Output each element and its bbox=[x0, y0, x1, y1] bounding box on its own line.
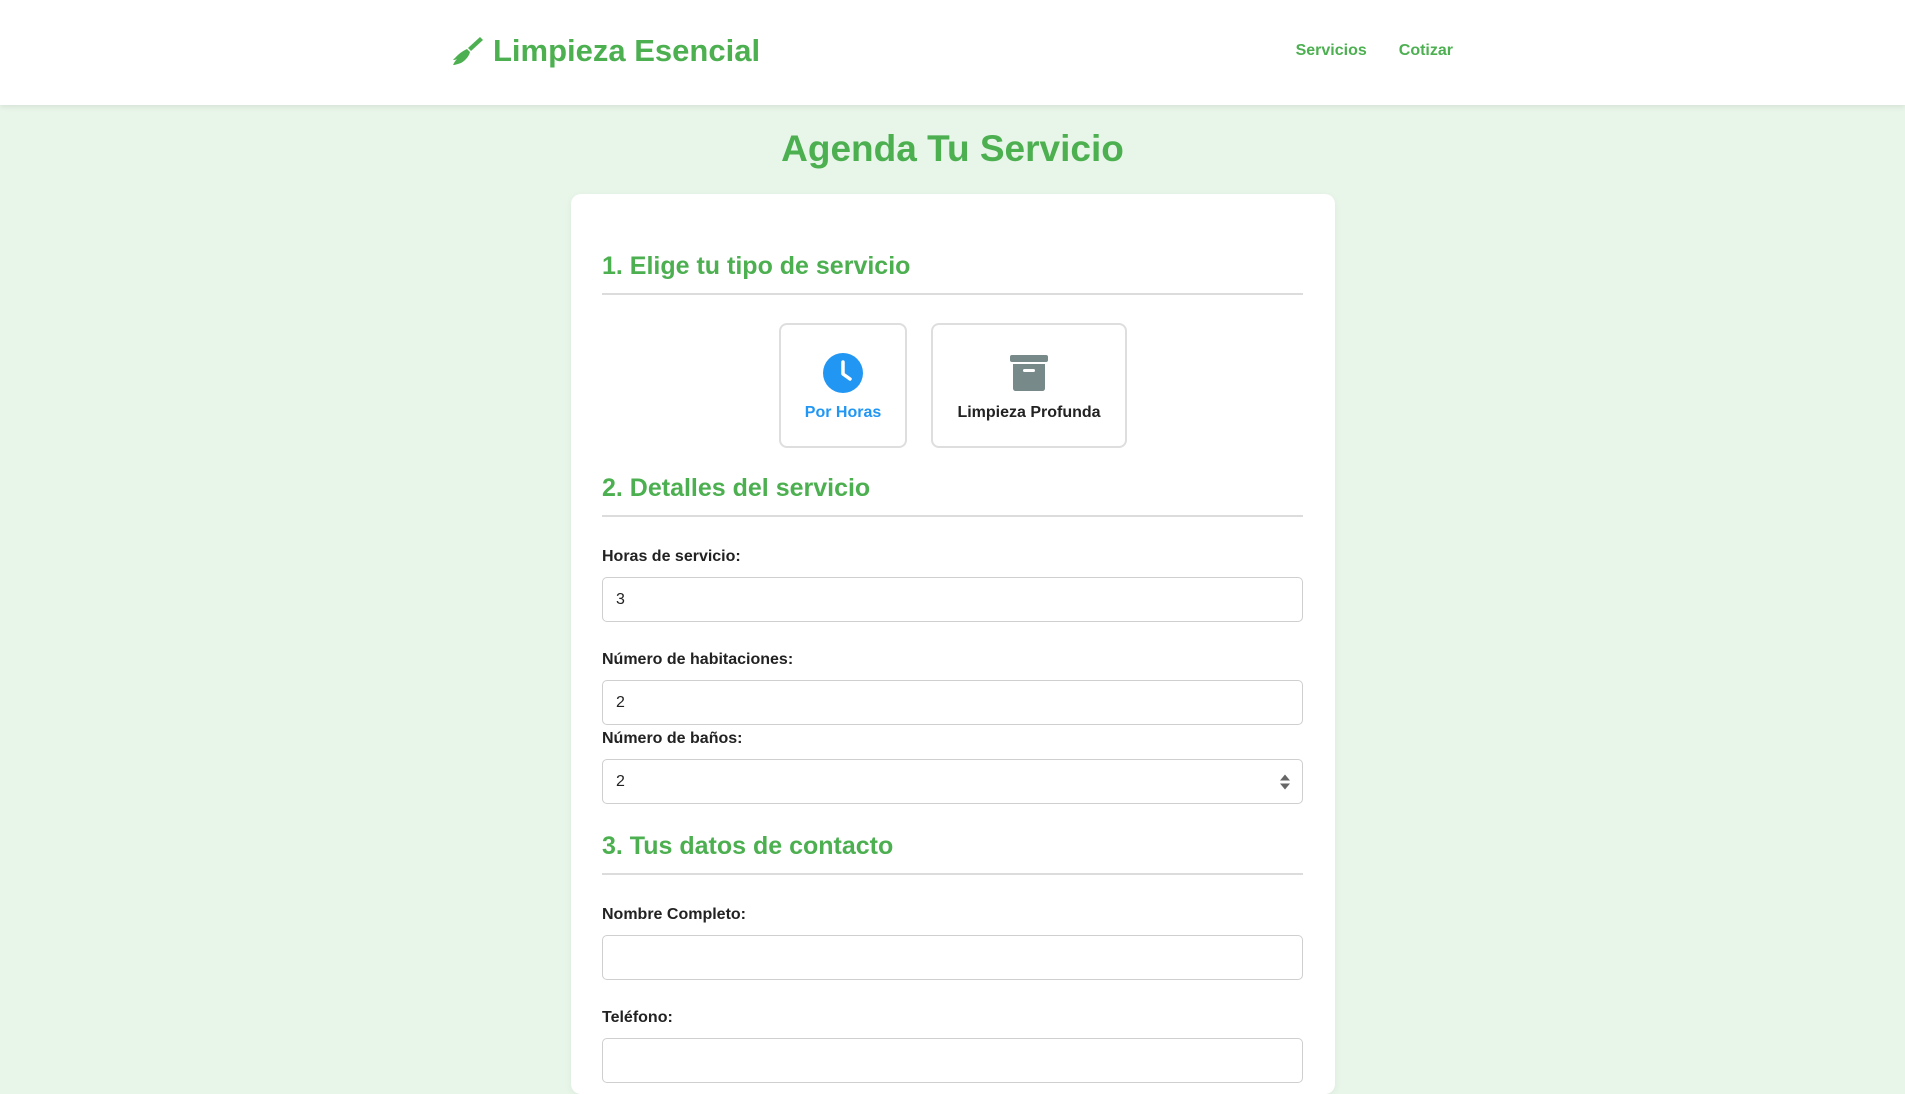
main-nav: Servicios Cotizar bbox=[1296, 42, 1453, 60]
service-option-limpieza-profunda[interactable]: Limpieza Profunda bbox=[931, 323, 1127, 448]
section-title-details: 2. Detalles del servicio bbox=[602, 474, 1303, 517]
logo[interactable]: Limpieza Esencial bbox=[451, 33, 760, 69]
number-spinner[interactable] bbox=[1280, 774, 1290, 789]
spinner-down-icon[interactable] bbox=[1280, 783, 1290, 789]
nav-link-cotizar[interactable]: Cotizar bbox=[1399, 42, 1453, 60]
baths-stepper bbox=[602, 759, 1303, 804]
logo-text: Limpieza Esencial bbox=[493, 33, 761, 68]
service-option-label: Limpieza Profunda bbox=[957, 403, 1101, 421]
baths-input[interactable] bbox=[602, 759, 1303, 804]
hours-label: Horas de servicio: bbox=[602, 548, 741, 565]
rooms-label: Número de habitaciones: bbox=[602, 651, 794, 668]
hours-input[interactable] bbox=[602, 577, 1303, 622]
full-name-input[interactable] bbox=[602, 935, 1303, 980]
archive-box-icon bbox=[1010, 354, 1048, 391]
rooms-input[interactable] bbox=[602, 680, 1303, 725]
full-name-label: Nombre Completo: bbox=[602, 906, 746, 923]
baths-label: Número de baños: bbox=[602, 730, 743, 747]
booking-form-card: 1. Elige tu tipo de servicio Por Horas L… bbox=[571, 194, 1335, 1094]
phone-label: Teléfono: bbox=[602, 1009, 673, 1026]
site-header: Limpieza Esencial Servicios Cotizar bbox=[0, 0, 1905, 105]
spinner-up-icon[interactable] bbox=[1280, 774, 1290, 780]
service-type-options: Por Horas Limpieza Profunda bbox=[571, 323, 1335, 448]
section-title-contact: 3. Tus datos de contacto bbox=[602, 832, 1303, 875]
section-title-service-type: 1. Elige tu tipo de servicio bbox=[602, 252, 1303, 295]
broom-icon bbox=[453, 37, 483, 65]
service-option-por-horas[interactable]: Por Horas bbox=[779, 323, 907, 448]
clock-icon bbox=[823, 352, 863, 393]
page-title: Agenda Tu Servicio bbox=[781, 128, 1124, 169]
service-option-label: Por Horas bbox=[804, 403, 882, 421]
nav-link-servicios[interactable]: Servicios bbox=[1296, 42, 1367, 60]
phone-input[interactable] bbox=[602, 1038, 1303, 1083]
